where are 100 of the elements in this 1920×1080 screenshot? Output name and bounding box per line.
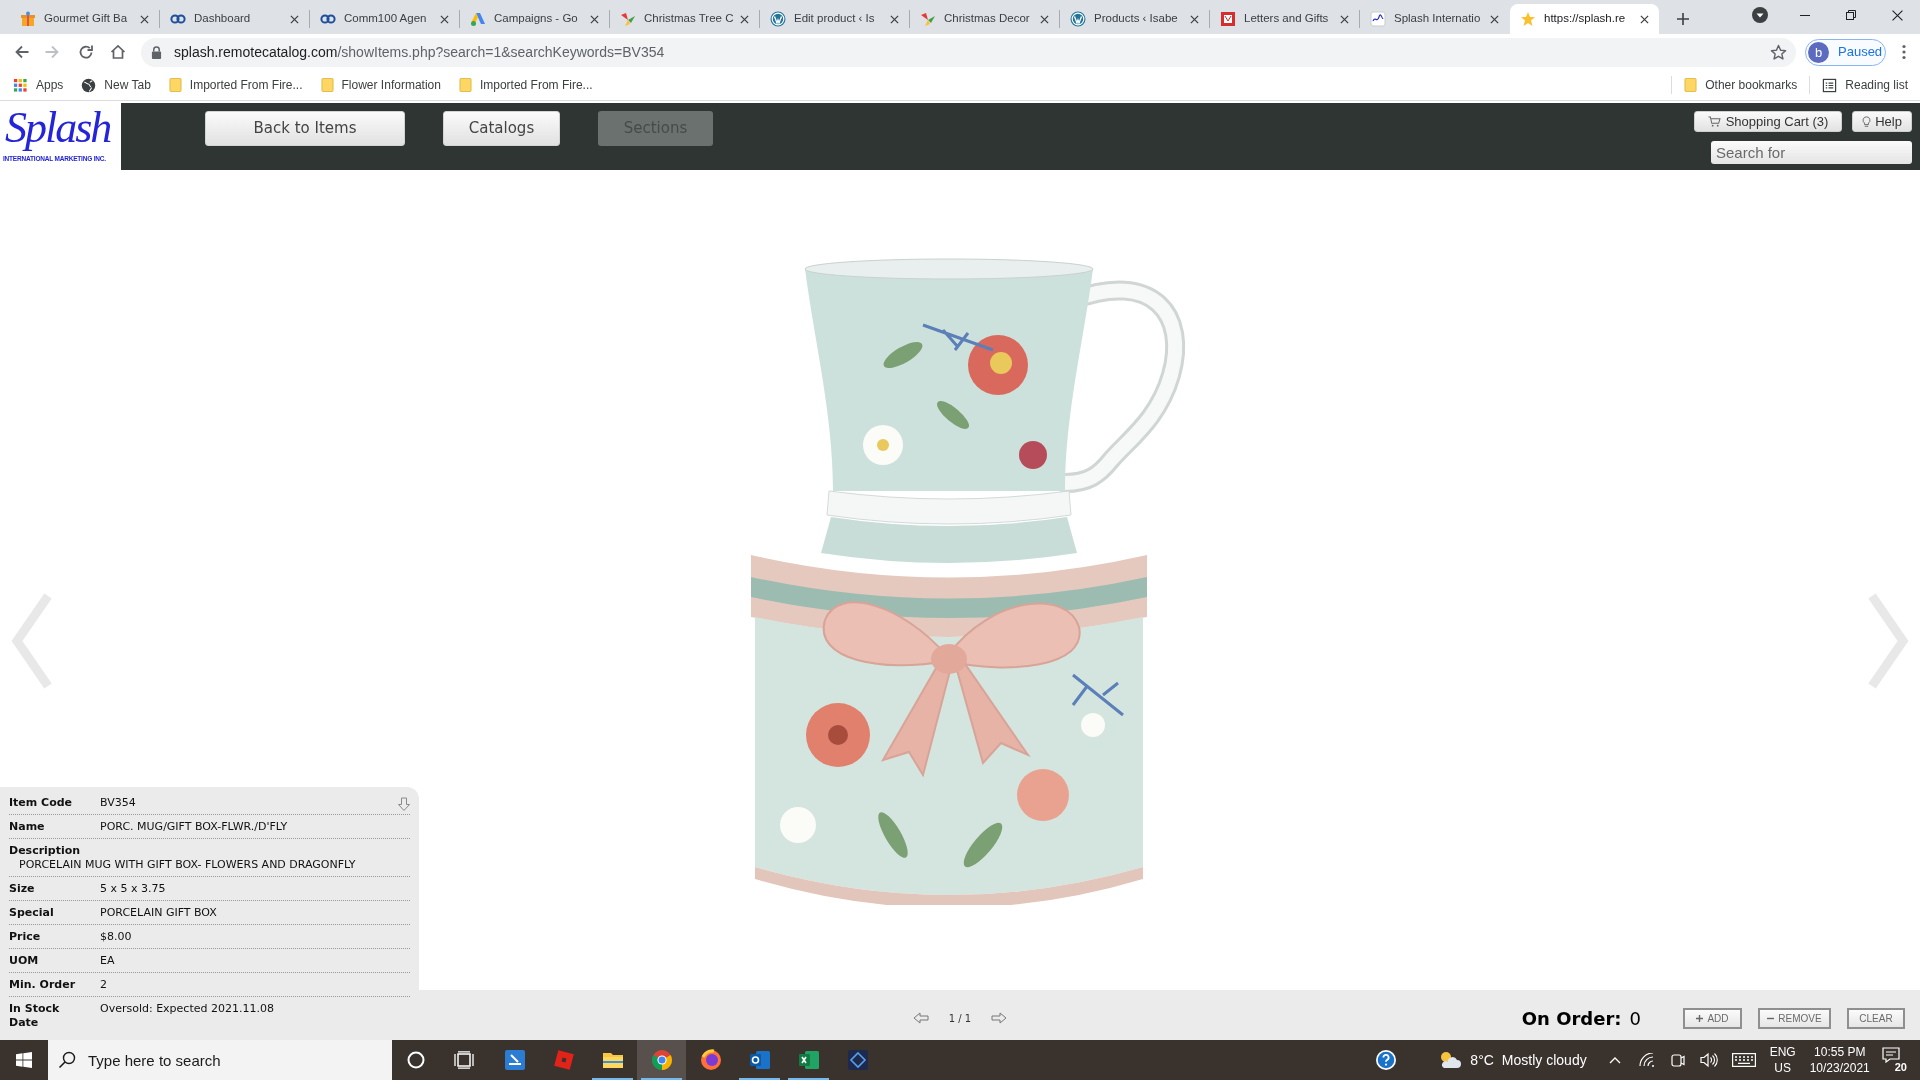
detail-value: PORCELAIN GIFT BOX [100, 906, 217, 920]
folder-icon [168, 77, 182, 93]
search-field[interactable]: Search for [1711, 141, 1912, 164]
on-order-value: 0 [1629, 1006, 1641, 1031]
task-view-icon[interactable] [454, 1051, 474, 1069]
circle-logo-icon [770, 11, 786, 27]
detail-label: Name [9, 820, 46, 834]
close-icon[interactable] [290, 14, 299, 24]
download-arrow-icon[interactable] [397, 797, 411, 812]
language-button[interactable]: ENG US [1769, 1044, 1796, 1076]
close-icon[interactable] [140, 14, 149, 24]
order-button[interactable]: CLEAR [1847, 1007, 1905, 1029]
address-field[interactable]: splash.remotecatalog.com/showItems.php?search=1&searchKeywords=BV354 [141, 37, 1796, 67]
bookmark-link[interactable]: New Tab [75, 73, 157, 97]
document-app-icon[interactable] [502, 1048, 527, 1072]
profile-avatar: b [1808, 41, 1829, 63]
globe-icon [81, 77, 97, 93]
dropdown-icon[interactable] [1752, 7, 1768, 23]
nav-button[interactable]: Catalogs [443, 111, 560, 146]
detail-label: In Stock Date [9, 1002, 61, 1030]
circle-icon[interactable] [407, 1051, 425, 1069]
spreadsheet-app-icon[interactable] [796, 1048, 821, 1072]
scribble-logo-icon [1370, 11, 1386, 27]
close-icon[interactable] [740, 14, 749, 24]
reload-icon[interactable] [78, 44, 94, 60]
speaker-icon[interactable] [1699, 1052, 1718, 1068]
back-arrow-icon[interactable] [14, 44, 30, 60]
taskbar-search-field[interactable]: Type here to search [48, 1040, 392, 1080]
detail-label: Description [9, 844, 82, 858]
nav-button[interactable]: Back to Items [205, 111, 405, 146]
close-icon[interactable] [1340, 14, 1349, 24]
restore-icon[interactable] [1846, 10, 1856, 20]
help-icon[interactable] [1376, 1050, 1397, 1070]
close-icon[interactable] [1490, 14, 1499, 24]
clock-button[interactable]: 10:55 PM 10/23/2021 [1809, 1044, 1870, 1076]
detail-label: UOM [9, 954, 40, 968]
help-button[interactable]: Help [1852, 111, 1912, 132]
next-arrow-icon[interactable] [991, 1012, 1008, 1024]
detail-label: Item Code [9, 796, 74, 810]
detail-value: EA [100, 954, 115, 968]
diamond-app-icon[interactable] [845, 1048, 870, 1072]
cart-icon [1707, 116, 1721, 127]
lock-icon[interactable] [151, 45, 162, 59]
close-icon[interactable] [1640, 14, 1649, 24]
bookmark-folder[interactable]: Imported From Fire... [162, 73, 309, 97]
shopping-cart-button[interactable]: Shopping Cart (3) [1694, 111, 1842, 132]
keyboard-icon[interactable] [1731, 1053, 1756, 1067]
browser-tab[interactable]: Dashboard [160, 4, 309, 34]
swirl-app-icon[interactable] [698, 1048, 723, 1072]
browser-tab[interactable]: Edit product ‹ Is [760, 4, 909, 34]
bookmark-folder[interactable]: Other bookmarks [1678, 73, 1804, 97]
close-icon[interactable] [1040, 14, 1049, 24]
tile-logo-icon [1220, 11, 1236, 27]
browser-tab[interactable]: Christmas Decor [910, 4, 1059, 34]
browser-tab[interactable]: Products ‹ Isabe [1060, 4, 1209, 34]
browser-icon[interactable] [649, 1048, 674, 1072]
notification-button[interactable]: 20 [1881, 1047, 1908, 1073]
close-icon[interactable] [1891, 9, 1903, 21]
browser-tab[interactable]: Christmas Tree C [610, 4, 759, 34]
close-icon[interactable] [440, 14, 449, 24]
browser-tab[interactable]: Gourmet Gift Ba [10, 4, 159, 34]
detail-value: 2 [100, 978, 107, 992]
detail-label: Price [9, 930, 42, 944]
browser-tab[interactable]: Letters and Gifts [1210, 4, 1359, 34]
leaf-logo-icon [920, 11, 936, 27]
close-icon[interactable] [890, 14, 899, 24]
star-icon [1520, 11, 1536, 27]
browser-tab[interactable]: Splash Internatio [1360, 4, 1509, 34]
close-icon[interactable] [590, 14, 599, 24]
previous-arrow-icon[interactable] [912, 1012, 929, 1024]
folder-icon [458, 77, 472, 93]
wifi-icon[interactable] [1638, 1053, 1655, 1067]
browser-tab[interactable]: Campaigns - Go [460, 4, 609, 34]
mail-app-icon[interactable] [747, 1048, 772, 1072]
browser-tab[interactable]: Comm100 Agen [310, 4, 459, 34]
close-icon[interactable] [1190, 14, 1199, 24]
home-icon[interactable] [110, 44, 126, 60]
apps-grid-icon [13, 77, 28, 93]
detail-value: BV354 [100, 796, 136, 810]
folder-icon [320, 77, 334, 93]
browser-tab[interactable]: https://splash.re [1510, 4, 1659, 34]
chevron-up-icon[interactable] [1608, 1056, 1621, 1064]
plus-icon[interactable] [1676, 12, 1690, 26]
reading-list-button[interactable]: Reading list [1816, 73, 1914, 97]
order-button[interactable]: REMOVE [1758, 1007, 1831, 1029]
search-icon [58, 1051, 76, 1069]
apps-button[interactable]: Apps [7, 73, 70, 97]
weather-widget[interactable]: 8°C Mostly cloudy [1434, 1040, 1591, 1080]
order-button[interactable]: ADD [1683, 1007, 1742, 1029]
triangle-logo-icon [470, 11, 486, 27]
camera-icon[interactable] [1670, 1052, 1685, 1068]
detail-value: 5 x 5 x 3.75 [100, 882, 166, 896]
bookmark-star-icon[interactable] [1770, 43, 1787, 61]
detail-label: Min. Order [9, 978, 77, 992]
bookmark-folder[interactable]: Imported From Fire... [452, 73, 599, 97]
bookmark-folder[interactable]: Flower Information [314, 73, 447, 97]
circle-logo-icon [1070, 11, 1086, 27]
start-icon[interactable] [16, 1052, 32, 1068]
more-menu-icon[interactable] [1902, 44, 1906, 60]
profile-button[interactable]: b Paused [1805, 38, 1886, 66]
